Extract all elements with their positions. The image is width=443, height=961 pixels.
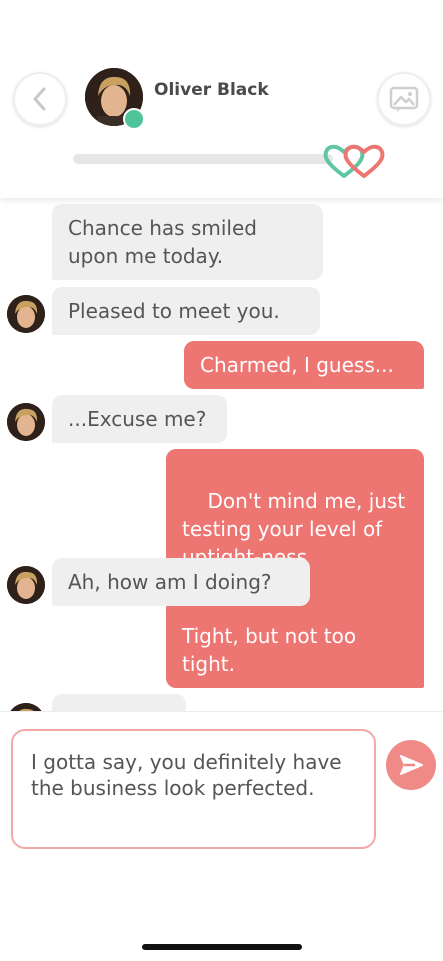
affinity-progress-bar (73, 154, 333, 164)
chat-header: Oliver Black (0, 0, 443, 198)
composer-area: I gotta say, you definitely have the bus… (0, 711, 443, 961)
message-text: Don't mind me, just testing your level o… (182, 489, 406, 569)
contact-avatar-small (7, 703, 45, 711)
message-bubble-sent: Charmed, I guess... (184, 341, 424, 389)
message-bubble-sent: Don't mind me, just testing your level o… (166, 449, 424, 637)
message-bubble-received-partial (52, 694, 186, 711)
linked-hearts-icon (323, 144, 385, 178)
gallery-button[interactable] (377, 72, 431, 126)
chevron-left-icon (33, 87, 46, 111)
contact-avatar-small (7, 295, 45, 333)
message-bubble-sent: Tight, but not too tight. (166, 612, 424, 688)
send-arrow-icon (400, 755, 423, 775)
send-button[interactable] (386, 740, 436, 790)
contact-avatar-small (7, 566, 45, 604)
reply-text-box[interactable]: I gotta say, you definitely have the bus… (11, 729, 376, 849)
message-bubble-received: Pleased to meet you. (52, 287, 320, 335)
photo-gallery-icon (389, 86, 419, 112)
message-list[interactable]: Chance has smiled upon me today. Pleased… (0, 198, 443, 711)
message-bubble-received: ...Excuse me? (52, 395, 227, 443)
message-bubble-received: Ah, how am I doing? (52, 558, 310, 606)
back-button[interactable] (13, 72, 67, 126)
contact-name: Oliver Black (154, 80, 269, 100)
contact-avatar-small (7, 403, 45, 441)
message-bubble-received: Chance has smiled upon me today. (52, 204, 323, 280)
online-status-indicator (123, 108, 145, 130)
home-indicator[interactable] (142, 944, 302, 950)
